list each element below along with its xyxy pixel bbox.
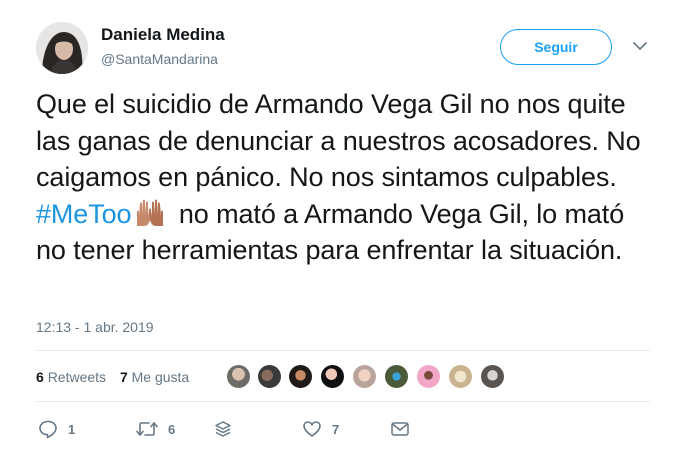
envelope-icon bbox=[390, 419, 410, 439]
message-button[interactable] bbox=[390, 419, 410, 439]
liker-avatar[interactable] bbox=[480, 364, 505, 389]
likes-stat[interactable]: 7 Me gusta bbox=[120, 369, 189, 385]
retweets-count: 6 bbox=[36, 369, 44, 385]
follow-button[interactable]: Seguir bbox=[500, 29, 612, 65]
tweet-timestamp[interactable]: 12:13 - 1 abr. 2019 bbox=[36, 319, 154, 335]
liker-avatar[interactable] bbox=[352, 364, 377, 389]
retweet-count: 6 bbox=[168, 421, 176, 437]
likes-label: Me gusta bbox=[131, 369, 190, 385]
author-name[interactable]: Daniela Medina bbox=[101, 25, 225, 45]
divider bbox=[36, 401, 650, 402]
retweets-stat[interactable]: 6 Retweets bbox=[36, 369, 106, 385]
chevron-down-icon[interactable] bbox=[632, 38, 648, 54]
liker-avatar[interactable] bbox=[448, 364, 473, 389]
author-handle[interactable]: @SantaMandarina bbox=[101, 51, 218, 67]
stack-button[interactable] bbox=[214, 419, 232, 439]
liker-avatar[interactable] bbox=[320, 364, 345, 389]
liker-avatar[interactable] bbox=[288, 364, 313, 389]
like-count: 7 bbox=[332, 421, 340, 437]
heart-icon bbox=[302, 419, 322, 439]
retweet-button[interactable]: 6 bbox=[136, 419, 175, 439]
reply-button[interactable]: 1 bbox=[38, 419, 75, 439]
liker-avatar[interactable] bbox=[257, 364, 282, 389]
reply-icon bbox=[38, 419, 58, 439]
retweets-label: Retweets bbox=[47, 369, 107, 385]
tweet-card: Daniela Medina @SantaMandarina Seguir Qu… bbox=[0, 0, 677, 471]
liker-avatar[interactable] bbox=[416, 364, 441, 389]
liker-avatar[interactable] bbox=[226, 364, 251, 389]
tweet-actions: 1 6 7 bbox=[36, 419, 436, 439]
likes-count: 7 bbox=[119, 369, 128, 385]
divider bbox=[36, 350, 650, 351]
reply-count: 1 bbox=[68, 421, 76, 437]
tweet-text: Que el suicidio de Armando Vega Gil no n… bbox=[36, 86, 656, 269]
retweet-icon bbox=[136, 419, 158, 439]
tweet-text-part: Que el suicidio de Armando Vega Gil no n… bbox=[36, 89, 641, 192]
hashtag-link[interactable]: #MeToo bbox=[36, 199, 132, 229]
raised-hands-emoji-icon bbox=[133, 198, 167, 228]
stack-icon bbox=[214, 419, 232, 439]
author-avatar[interactable] bbox=[36, 22, 88, 74]
engagement-stats: 6 Retweets 7 Me gusta bbox=[36, 369, 189, 385]
liker-avatar[interactable] bbox=[384, 364, 409, 389]
like-button[interactable]: 7 bbox=[302, 419, 339, 439]
